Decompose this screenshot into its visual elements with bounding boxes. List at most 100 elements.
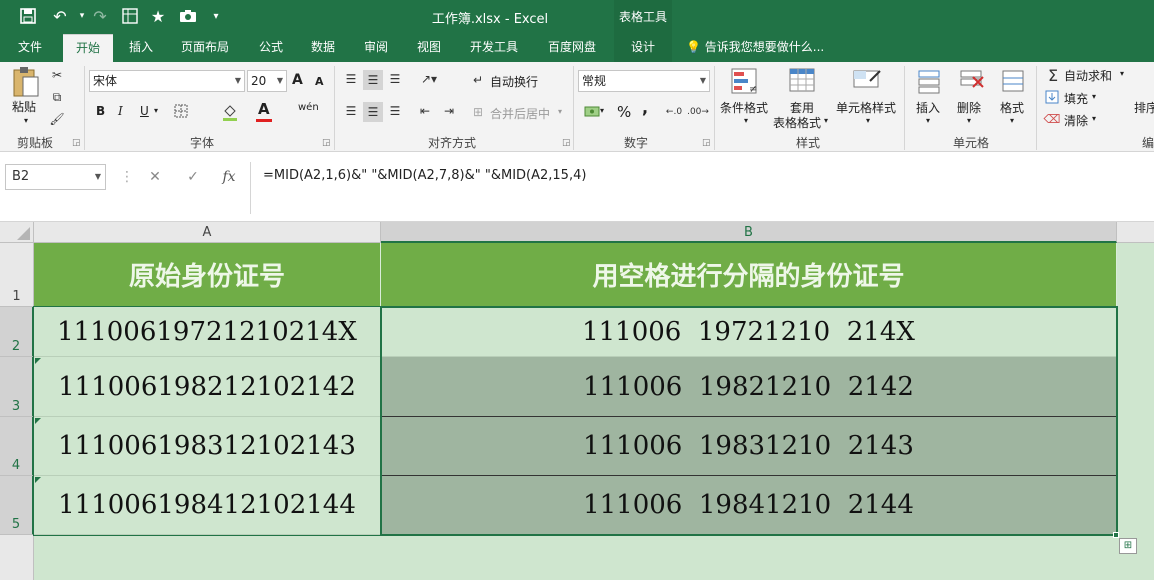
customize-qat-icon[interactable]: ▾ [204,5,228,27]
conditional-formatting-button[interactable]: 条件格式 [720,99,768,116]
undo-icon[interactable]: ↶ [48,5,72,27]
row-header-5[interactable]: 5 [0,476,34,535]
column-header-c[interactable] [1117,222,1154,243]
cut-icon[interactable]: ✂ [48,66,66,84]
fill-dropdown-icon[interactable]: ▾ [1092,92,1096,101]
row-header-1[interactable]: 1 [0,243,34,307]
align-center-icon[interactable]: ☰ [363,102,383,122]
font-size-select[interactable]: 20 ▼ [247,70,287,92]
row-header-3[interactable]: 3 [0,357,34,417]
cancel-icon[interactable]: ✕ [142,164,168,190]
shrink-font-button[interactable]: A [315,75,324,88]
autosum-dropdown-icon[interactable]: ▾ [1120,69,1124,78]
font-color-button[interactable]: A [258,100,270,118]
camera-icon[interactable] [176,5,200,27]
percent-button[interactable]: % [617,103,631,121]
cell-a4[interactable]: 111006198312102143 [34,417,381,476]
insert-dropdown-icon[interactable]: ▾ [926,116,930,125]
row-header-6[interactable] [0,535,34,580]
copy-icon[interactable]: ⧉ [48,88,66,106]
row-header-2[interactable]: 2 [0,307,34,357]
increase-indent-icon[interactable]: ⇥ [440,102,458,120]
align-right-icon[interactable]: ☰ [386,102,404,120]
italic-button[interactable]: I [118,104,123,118]
quick-analysis-icon[interactable]: ⊞ [1119,538,1137,554]
fill-button[interactable]: 填充 [1064,90,1088,107]
clipboard-launcher-icon[interactable]: ◲ [72,138,81,148]
cell-b4[interactable]: 111006 19831210 2143 [381,417,1117,476]
tab-home[interactable]: 开始 [63,34,113,63]
format-painter-icon[interactable]: 🖌 [48,110,66,128]
tab-review[interactable]: 审阅 [355,34,397,62]
comma-button[interactable]: , [642,98,648,117]
cell-a3[interactable]: 111006198212102142 [34,357,381,417]
tab-data[interactable]: 数据 [302,34,344,62]
insert-cells-button[interactable]: 插入 [916,99,940,116]
star-icon[interactable]: ★ [146,5,170,27]
tab-page-layout[interactable]: 页面布局 [173,34,237,62]
merge-center-button[interactable]: 合并后居中 [490,105,550,122]
cell-styles-dropdown-icon[interactable]: ▾ [866,116,870,125]
clear-dropdown-icon[interactable]: ▾ [1092,114,1096,123]
merge-dropdown-icon[interactable]: ▾ [558,107,562,116]
format-as-table-button[interactable]: 表格格式 [773,114,821,131]
decrease-indent-icon[interactable]: ⇤ [416,102,434,120]
tell-me-box[interactable]: 💡 告诉我您想要做什么... [686,34,836,62]
tab-file[interactable]: 文件 [8,34,52,62]
underline-button[interactable]: U [140,104,149,118]
align-left-icon[interactable]: ☰ [342,102,360,120]
delete-cells-button[interactable]: 删除 [957,99,981,116]
column-header-a[interactable]: A [34,222,381,243]
align-top-icon[interactable]: ☰ [342,70,360,88]
number-launcher-icon[interactable]: ◲ [702,138,711,148]
select-all-button[interactable] [0,222,34,243]
name-box[interactable]: B2 ▼ [5,164,106,190]
tab-insert[interactable]: 插入 [120,34,162,62]
number-format-select[interactable]: 常规 ▼ [578,70,710,92]
sort-filter-button[interactable]: 排序 [1134,99,1154,116]
cell-styles-button[interactable]: 单元格样式 [836,99,896,116]
align-bottom-icon[interactable]: ☰ [386,70,404,88]
format-cells-button[interactable]: 格式 [1000,99,1024,116]
clear-button[interactable]: 清除 [1064,112,1088,129]
tab-baidu-netdisk[interactable]: 百度网盘 [540,34,604,62]
save-icon[interactable] [16,5,40,27]
phonetic-button[interactable]: wén [298,102,319,113]
cell-a5[interactable]: 111006198412102144 [34,476,381,535]
fill-color-icon[interactable] [220,102,240,122]
enter-icon[interactable]: ✓ [180,164,206,190]
redo-icon[interactable]: ↷ [88,5,112,27]
delete-dropdown-icon[interactable]: ▾ [967,116,971,125]
tab-developer[interactable]: 开发工具 [460,34,528,62]
currency-dropdown-icon[interactable]: ▾ [600,106,604,115]
table-dropdown-icon[interactable]: ▾ [824,116,828,125]
border-icon[interactable] [172,102,190,120]
column-header-b[interactable]: B [381,222,1117,243]
cell-a2[interactable]: 11100619721210214X [34,307,381,357]
underline-dropdown-icon[interactable]: ▾ [154,106,158,115]
formula-input[interactable]: =MID(A2,1,6)&" "&MID(A2,7,8)&" "&MID(A2,… [250,162,1154,214]
tab-formulas[interactable]: 公式 [250,34,292,62]
row-header-4[interactable]: 4 [0,417,34,476]
tab-design[interactable]: 设计 [614,34,672,62]
paste-icon[interactable] [10,66,42,98]
paste-dropdown-icon[interactable]: ▾ [24,116,28,125]
font-launcher-icon[interactable]: ◲ [322,138,331,148]
cell-a1[interactable]: 原始身份证号 [34,243,381,307]
grow-font-button[interactable]: A [292,72,303,88]
cell-b3[interactable]: 111006 19821210 2142 [381,357,1117,417]
cell-b2[interactable]: 111006 19721210 214X [381,307,1117,357]
insert-function-button[interactable]: fx [216,164,242,190]
bold-button[interactable]: B [96,104,105,118]
increase-decimal-icon[interactable]: ←.0 [664,102,684,122]
format-dropdown-icon[interactable]: ▾ [1010,116,1014,125]
autosum-button[interactable]: 自动求和 [1064,67,1112,84]
table-icon[interactable] [118,5,142,27]
cell-b1[interactable]: 用空格进行分隔的身份证号 [381,243,1117,307]
orientation-icon[interactable]: ↗▾ [416,70,442,88]
tab-view[interactable]: 视图 [408,34,450,62]
cell-b5[interactable]: 111006 19841210 2144 [381,476,1117,535]
conditional-dropdown-icon[interactable]: ▾ [744,116,748,125]
alignment-launcher-icon[interactable]: ◲ [562,138,571,148]
wrap-text-button[interactable]: 自动换行 [490,73,538,90]
